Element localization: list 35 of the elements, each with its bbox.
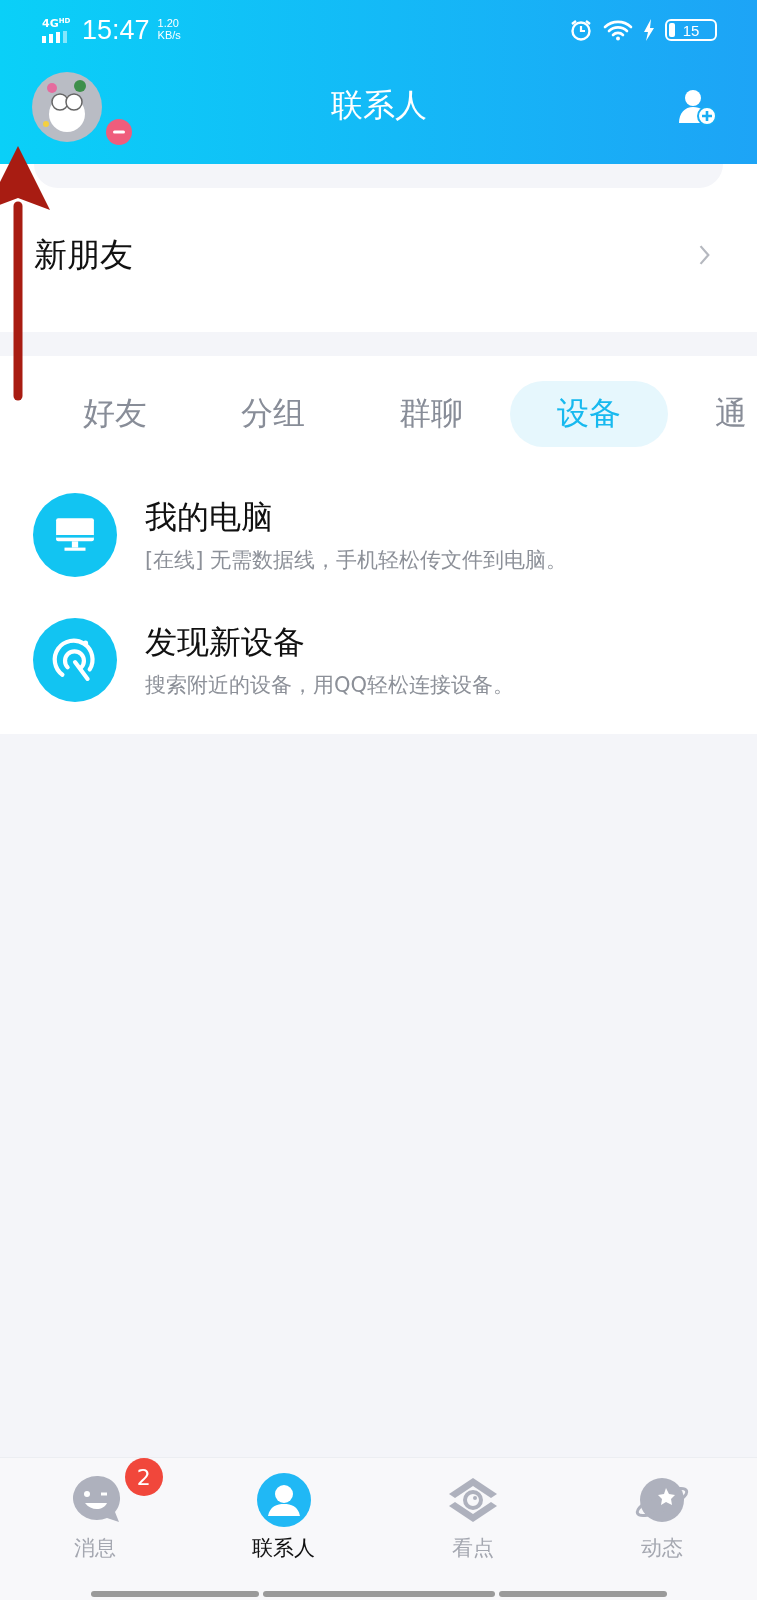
minus-badge-icon: [106, 119, 132, 145]
avatar-icon[interactable]: [32, 72, 102, 142]
contact-tab[interactable]: 设备: [510, 381, 668, 447]
new-friends-row[interactable]: 新朋友: [0, 188, 757, 332]
search-field[interactable]: [34, 164, 723, 188]
network-speed: 1.20: [157, 18, 180, 30]
monitor-icon: [33, 492, 117, 577]
wifi-icon: [603, 19, 633, 41]
charging-icon: [643, 19, 655, 41]
nav-label[interactable]: 看点: [452, 1534, 495, 1562]
device-description: 搜索附近的设备，用QQ轻松连接设备。: [145, 671, 515, 699]
speed-unit: KB/s: [157, 30, 181, 42]
contact-tab[interactable]: 群聊: [352, 381, 510, 447]
device-name[interactable]: 发现新设备: [145, 620, 515, 665]
add-contact-icon[interactable]: [677, 87, 717, 127]
new-friends-label: 新朋友: [34, 233, 133, 276]
screen-title: 联系人: [330, 85, 427, 126]
person-icon[interactable]: [255, 1472, 312, 1528]
signal-waves-icon: [33, 617, 117, 702]
alarm-icon: [569, 18, 593, 42]
nav-label[interactable]: 消息: [73, 1534, 116, 1562]
network-type: 4G: [42, 17, 59, 29]
nav-label[interactable]: 联系人: [252, 1534, 316, 1562]
clock-time: 15:47: [82, 14, 150, 46]
unread-count: 2: [124, 1458, 163, 1496]
signal-icon: [42, 30, 70, 43]
contact-tab[interactable]: 分组: [194, 381, 352, 447]
nav-label[interactable]: 动态: [641, 1534, 684, 1562]
chevron-right-icon: [699, 245, 711, 265]
device-description: [在线] 无需数据线，手机轻松传文件到电脑。: [145, 546, 568, 574]
device-name[interactable]: 我的电脑: [145, 495, 568, 540]
battery-fill: [669, 23, 675, 37]
contact-tab[interactable]: 好友: [36, 381, 194, 447]
contact-tab[interactable]: 通: [668, 381, 747, 447]
battery-level: 15: [682, 22, 700, 38]
